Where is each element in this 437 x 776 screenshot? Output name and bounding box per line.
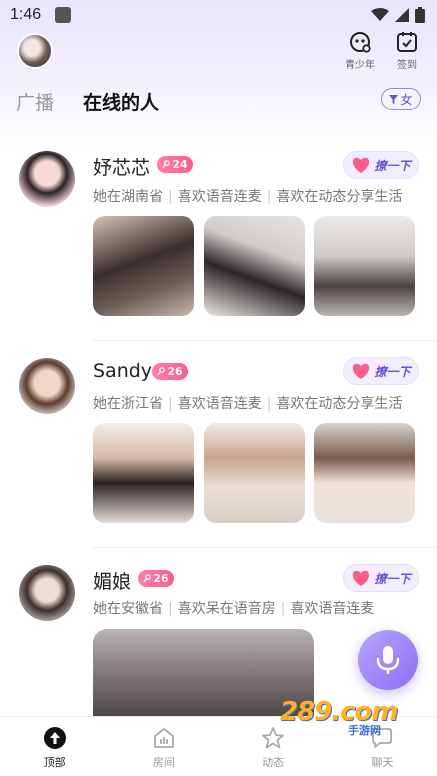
divider — [93, 547, 437, 548]
user-photo[interactable] — [204, 423, 305, 523]
checkin-label: 签到 — [397, 60, 417, 71]
room-icon — [153, 728, 174, 748]
age-badge: 26 — [138, 570, 174, 587]
checkin-button[interactable]: 签到 — [385, 30, 429, 71]
status-bar: 1:46 — [0, 0, 437, 30]
tab-bar: 广播 在线的人 女 — [0, 84, 437, 116]
user-photo[interactable] — [204, 216, 305, 316]
age-value: 24 — [172, 158, 188, 171]
nav-moments-label: 动态 — [262, 756, 285, 769]
user-avatar[interactable] — [19, 151, 75, 207]
user-photo[interactable] — [314, 423, 415, 523]
user-tags: 她在安徽省 | 喜欢呆在语音房 | 喜欢语音连麦 — [93, 601, 375, 617]
greet-button[interactable]: 撩一下 — [343, 151, 419, 179]
user-name: 妤芯芯 — [93, 157, 151, 179]
tag-hobby: 喜欢呆在语音房 — [177, 601, 276, 617]
user-card[interactable]: 妤芯芯 24 撩一下 她在湖南省 | 喜欢语音连麦 | 喜欢在动态分享生活 — [0, 143, 437, 353]
status-icons — [371, 7, 425, 23]
nav-room-label: 房间 — [152, 756, 175, 769]
battery-icon — [415, 7, 425, 23]
youth-mode-label: 青少年 — [345, 60, 375, 71]
heart-icon — [353, 570, 370, 586]
age-badge: 24 — [157, 156, 193, 173]
tab-online[interactable]: 在线的人 — [83, 88, 159, 115]
microphone-icon — [376, 646, 400, 674]
nav-chat-label: 聊天 — [371, 756, 394, 769]
heart-icon — [353, 363, 370, 379]
user-tags: 她在湖南省 | 喜欢语音连麦 | 喜欢在动态分享生活 — [93, 189, 403, 205]
nav-top[interactable]: 顶部 — [0, 717, 109, 776]
female-icon — [143, 574, 152, 583]
star-icon — [262, 727, 285, 749]
user-photo[interactable] — [93, 216, 194, 316]
status-time: 1:46 — [10, 6, 42, 23]
age-value: 26 — [167, 365, 183, 378]
arrow-up-circle-icon — [43, 727, 66, 749]
nav-room[interactable]: 房间 — [109, 717, 218, 776]
checkin-icon — [397, 32, 417, 52]
user-name: Sandy — [93, 360, 153, 382]
tag-location: 她在安徽省 — [93, 601, 163, 617]
youth-mode-button[interactable]: 青少年 — [338, 30, 382, 71]
female-icon — [157, 367, 166, 376]
greet-label: 撩一下 — [374, 158, 411, 173]
tag-hobby: 喜欢语音连麦 — [177, 396, 262, 412]
greet-label: 撩一下 — [374, 364, 411, 379]
user-avatar[interactable] — [19, 358, 75, 414]
wifi-icon — [371, 8, 389, 21]
user-photo[interactable] — [93, 423, 194, 523]
filter-icon — [389, 94, 399, 104]
user-avatar[interactable] — [19, 565, 75, 621]
heart-icon — [353, 157, 370, 173]
age-value: 26 — [153, 572, 169, 585]
voice-match-button[interactable] — [358, 630, 418, 690]
watermark-sub: 手游网 — [348, 724, 381, 737]
tag-hobby: 喜欢语音连麦 — [177, 189, 262, 205]
divider — [93, 340, 437, 341]
user-photo[interactable] — [314, 216, 415, 316]
tag-location: 她在浙江省 — [93, 396, 163, 412]
age-badge: 26 — [152, 363, 188, 380]
top-header: 青少年 签到 — [0, 30, 437, 78]
tag-hobby: 喜欢在动态分享生活 — [276, 189, 403, 205]
tag-location: 她在湖南省 — [93, 189, 163, 205]
tag-hobby: 喜欢在动态分享生活 — [276, 396, 403, 412]
signal-icon — [395, 8, 409, 22]
greet-label: 撩一下 — [374, 571, 411, 586]
greet-button[interactable]: 撩一下 — [343, 564, 419, 592]
notification-icon — [55, 7, 72, 23]
tag-hobby: 喜欢语音连麦 — [290, 601, 375, 617]
gender-filter-label: 女 — [400, 92, 413, 107]
nav-top-label: 顶部 — [43, 756, 66, 769]
greet-button[interactable]: 撩一下 — [343, 357, 419, 385]
my-avatar[interactable] — [17, 33, 53, 69]
youth-mode-icon — [350, 32, 371, 53]
gender-filter-button[interactable]: 女 — [381, 88, 421, 110]
user-card[interactable]: Sandy 26 撩一下 她在浙江省 | 喜欢语音连麦 | 喜欢在动态分享生活 — [0, 350, 437, 555]
tab-broadcast[interactable]: 广播 — [16, 88, 54, 115]
female-icon — [162, 160, 171, 169]
user-name: 媚娘 — [93, 571, 132, 593]
user-tags: 她在浙江省 | 喜欢语音连麦 | 喜欢在动态分享生活 — [93, 396, 403, 412]
